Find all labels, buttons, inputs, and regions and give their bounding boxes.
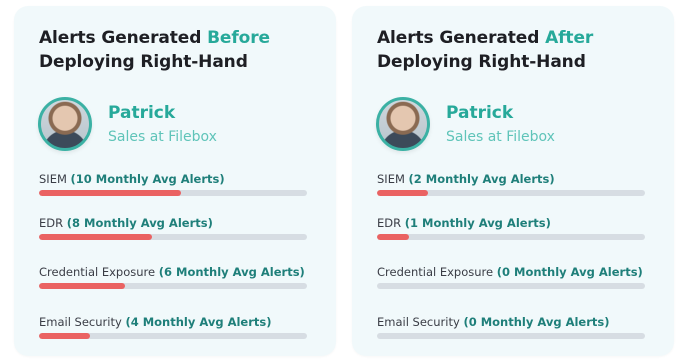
metric-label: Credential Exposure (6 Monthly Avg Alert… <box>39 265 307 279</box>
title-suffix: Deploying Right-Hand <box>39 52 248 72</box>
metric-name: Credential Exposure <box>39 265 156 279</box>
progress-fill <box>39 333 90 339</box>
progress-fill <box>39 234 152 240</box>
progress-track <box>39 333 307 339</box>
metric-count: (8 Monthly Avg Alerts) <box>66 216 213 230</box>
metric-credential-exposure: Credential Exposure (6 Monthly Avg Alert… <box>39 265 307 289</box>
metric-count: (10 Monthly Avg Alerts) <box>70 172 225 186</box>
profile-info: Patrick Sales at Filebox <box>446 102 555 147</box>
metric-count: (6 Monthly Avg Alerts) <box>158 265 305 279</box>
card-before: Alerts Generated Before Deploying Right-… <box>14 6 336 356</box>
metric-label: Email Security (4 Monthly Avg Alerts) <box>39 315 307 329</box>
metric-label: Email Security (0 Monthly Avg Alerts) <box>377 315 645 329</box>
metric-edr: EDR (8 Monthly Avg Alerts) <box>39 216 307 240</box>
metric-label: EDR (1 Monthly Avg Alerts) <box>377 216 645 230</box>
metric-name: Email Security <box>377 315 460 329</box>
card-title: Alerts Generated After Deploying Right-H… <box>377 26 657 74</box>
title-suffix: Deploying Right-Hand <box>377 52 586 72</box>
metric-siem: SIEM (10 Monthly Avg Alerts) <box>39 172 307 196</box>
metric-edr: EDR (1 Monthly Avg Alerts) <box>377 216 645 240</box>
metric-count: (1 Monthly Avg Alerts) <box>404 216 551 230</box>
metric-count: (0 Monthly Avg Alerts) <box>463 315 610 329</box>
profile: Patrick Sales at Filebox <box>376 96 555 152</box>
person-role: Sales at Filebox <box>446 128 555 145</box>
profile-info: Patrick Sales at Filebox <box>108 102 217 147</box>
metric-name: Credential Exposure <box>377 265 494 279</box>
metric-count: (4 Monthly Avg Alerts) <box>125 315 272 329</box>
card-title: Alerts Generated Before Deploying Right-… <box>39 26 319 74</box>
metric-name: Email Security <box>39 315 122 329</box>
progress-track <box>39 283 307 289</box>
metric-name: EDR <box>39 216 64 230</box>
progress-track <box>39 234 307 240</box>
progress-fill <box>377 190 428 196</box>
title-accent-word: Before <box>207 28 270 48</box>
progress-track <box>39 190 307 196</box>
profile: Patrick Sales at Filebox <box>38 96 217 152</box>
progress-fill <box>39 283 125 289</box>
metric-label: EDR (8 Monthly Avg Alerts) <box>39 216 307 230</box>
metric-name: SIEM <box>39 172 67 186</box>
progress-track <box>377 190 645 196</box>
progress-track <box>377 234 645 240</box>
metric-siem: SIEM (2 Monthly Avg Alerts) <box>377 172 645 196</box>
metric-label: SIEM (10 Monthly Avg Alerts) <box>39 172 307 186</box>
metric-name: SIEM <box>377 172 405 186</box>
avatar <box>38 97 92 151</box>
metric-email-security: Email Security (0 Monthly Avg Alerts) <box>377 315 645 339</box>
title-prefix: Alerts Generated <box>39 28 208 48</box>
metric-name: EDR <box>377 216 402 230</box>
comparison-stage: Alerts Generated Before Deploying Right-… <box>0 0 676 361</box>
metric-label: Credential Exposure (0 Monthly Avg Alert… <box>377 265 645 279</box>
avatar <box>376 97 430 151</box>
metric-credential-exposure: Credential Exposure (0 Monthly Avg Alert… <box>377 265 645 289</box>
metric-count: (0 Monthly Avg Alerts) <box>496 265 643 279</box>
progress-fill <box>377 234 410 240</box>
progress-fill <box>39 190 182 196</box>
metric-count: (2 Monthly Avg Alerts) <box>408 172 555 186</box>
title-prefix: Alerts Generated <box>377 28 546 48</box>
card-after: Alerts Generated After Deploying Right-H… <box>352 6 674 356</box>
person-name: Patrick <box>108 102 176 123</box>
metric-label: SIEM (2 Monthly Avg Alerts) <box>377 172 645 186</box>
progress-track <box>377 333 645 339</box>
progress-track <box>377 283 645 289</box>
title-accent-word: After <box>545 28 594 48</box>
person-role: Sales at Filebox <box>108 128 217 145</box>
person-name: Patrick <box>446 102 514 123</box>
metric-email-security: Email Security (4 Monthly Avg Alerts) <box>39 315 307 339</box>
